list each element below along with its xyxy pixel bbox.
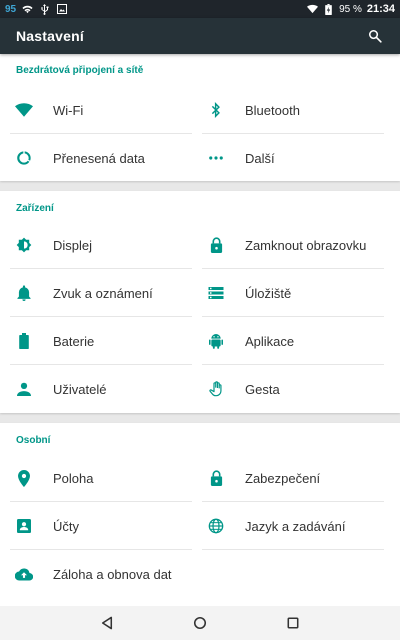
section-header: Osobní: [16, 435, 51, 446]
setting-location[interactable]: Poloha: [10, 454, 192, 502]
settings-row: Přenesená data Další: [0, 134, 400, 182]
setting-wifi[interactable]: Wi-Fi: [10, 86, 192, 134]
setting-label: Poloha: [53, 470, 94, 486]
more-icon: [202, 144, 230, 172]
section-header: Zařízení: [16, 203, 54, 214]
usb-icon: [39, 3, 50, 15]
bluetooth-icon: [202, 96, 230, 124]
section-header: Bezdrátová připojení a sítě: [16, 65, 144, 76]
setting-label: Uživatelé: [53, 381, 107, 397]
setting-label: Účty: [53, 518, 79, 534]
setting-display[interactable]: Displej: [10, 221, 192, 269]
settings-row: Displej Zamknout obrazovku: [0, 221, 400, 269]
account-box-icon: [10, 512, 38, 540]
wifi-signal-icon: [307, 4, 319, 15]
setting-apps[interactable]: Aplikace: [202, 317, 384, 365]
setting-label: Jazyk a zadávání: [245, 518, 346, 534]
home-icon[interactable]: [190, 613, 210, 633]
section-device: Zařízení Displej Zamknout obrazovku Zvuk…: [0, 191, 400, 413]
setting-label: Wi-Fi: [53, 102, 84, 118]
settings-row: Zvuk a oznámení Úložiště: [0, 269, 400, 317]
settings-row: Účty Jazyk a zadávání: [0, 502, 400, 550]
settings-row: Wi-Fi Bluetooth: [0, 86, 400, 134]
clock: 21:34: [366, 3, 395, 15]
setting-security[interactable]: Zabezpečení: [202, 454, 384, 502]
search-icon[interactable]: [366, 27, 384, 45]
setting-label: Další: [245, 150, 275, 166]
section-personal: Osobní Poloha Zabezpečení Účty Jazyk a z…: [0, 423, 400, 606]
navigation-bar: [0, 606, 400, 640]
setting-battery[interactable]: Baterie: [10, 317, 192, 365]
setting-users[interactable]: Uživatelé: [10, 365, 192, 413]
lock-icon: [202, 464, 230, 492]
setting-label: Zamknout obrazovku: [245, 237, 367, 253]
setting-language[interactable]: Jazyk a zadávání: [202, 502, 384, 550]
setting-label: Bluetooth: [245, 102, 300, 118]
setting-label: Displej: [53, 237, 93, 253]
setting-label: Gesta: [245, 381, 280, 397]
globe-icon: [202, 512, 230, 540]
settings-row: Poloha Zabezpečení: [0, 454, 400, 502]
image-icon: [56, 4, 67, 15]
section-wireless: Bezdrátová připojení a sítě Wi-Fi Blueto…: [0, 54, 400, 181]
setting-label: Záloha a obnova dat: [53, 566, 172, 582]
person-icon: [10, 375, 38, 403]
data-usage-icon: [10, 144, 38, 172]
setting-label: Úložiště: [245, 285, 292, 301]
bell-icon: [10, 279, 38, 307]
hand-icon: [202, 375, 230, 403]
setting-label: Přenesená data: [53, 150, 145, 166]
location-icon: [10, 464, 38, 492]
setting-gestures[interactable]: Gesta: [202, 365, 384, 413]
setting-label: Aplikace: [245, 333, 295, 349]
setting-accounts[interactable]: Účty: [10, 502, 192, 550]
recents-icon[interactable]: [283, 613, 303, 633]
status-bar: 95 95 % 21:34: [0, 0, 400, 18]
brightness-icon: [10, 231, 38, 259]
settings-row: Uživatelé Gesta: [0, 365, 400, 413]
setting-label: Zabezpečení: [245, 470, 321, 486]
cloud-upload-icon: [10, 560, 38, 588]
setting-storage[interactable]: Úložiště: [202, 269, 384, 317]
setting-label: Zvuk a oznámení: [53, 285, 153, 301]
setting-label: Baterie: [53, 333, 95, 349]
setting-data-usage[interactable]: Přenesená data: [10, 134, 192, 182]
wifi-icon: [10, 96, 38, 124]
battery-percent: 95 %: [339, 3, 362, 15]
notification-count: 95: [5, 3, 17, 15]
settings-row: Záloha a obnova dat: [0, 550, 400, 598]
settings-list: Bezdrátová připojení a sítě Wi-Fi Blueto…: [0, 54, 400, 606]
setting-bluetooth[interactable]: Bluetooth: [202, 86, 384, 134]
page-title: Nastavení: [16, 28, 84, 44]
setting-backup[interactable]: Záloha a obnova dat: [10, 550, 310, 598]
toolbar: Nastavení: [0, 18, 400, 54]
battery-icon: [323, 3, 334, 15]
battery-icon: [10, 327, 38, 355]
android-icon: [202, 327, 230, 355]
setting-lock-screen[interactable]: Zamknout obrazovku: [202, 221, 384, 269]
wifi-icon: [22, 4, 33, 15]
setting-more[interactable]: Další: [202, 134, 384, 182]
storage-icon: [202, 279, 230, 307]
settings-row: Baterie Aplikace: [0, 317, 400, 365]
lock-icon: [202, 231, 230, 259]
setting-sound[interactable]: Zvuk a oznámení: [10, 269, 192, 317]
back-icon[interactable]: [97, 613, 117, 633]
